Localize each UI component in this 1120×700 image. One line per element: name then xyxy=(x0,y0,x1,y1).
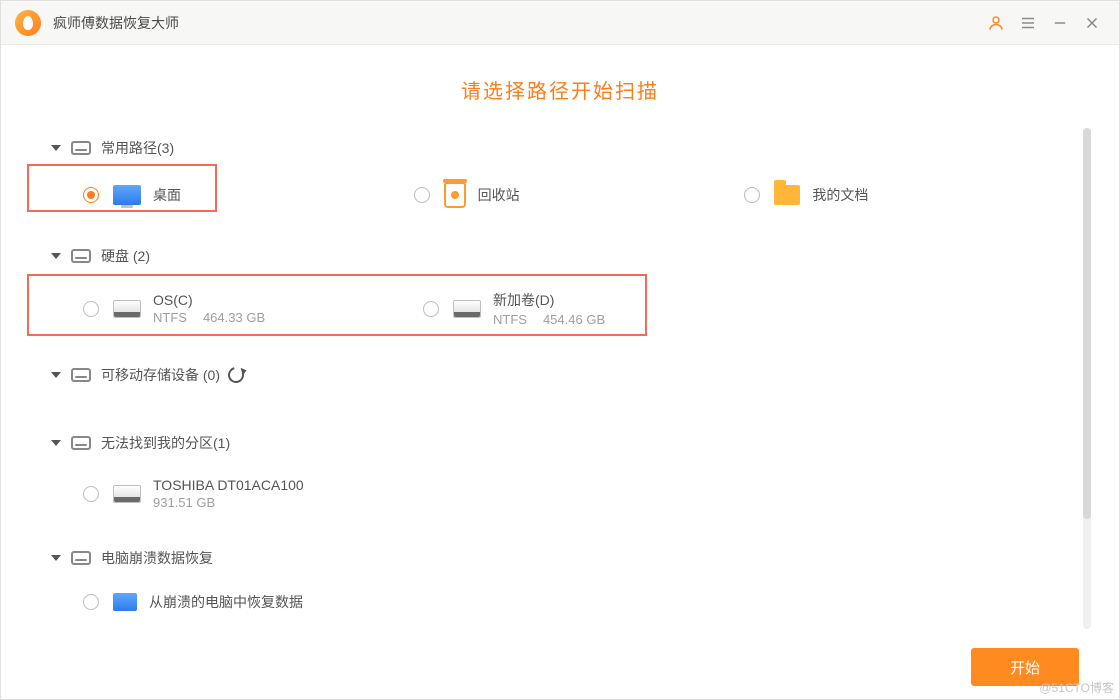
radio-crash-recover[interactable] xyxy=(83,594,99,610)
scrollbar[interactable] xyxy=(1083,128,1091,629)
chevron-down-icon xyxy=(51,555,61,561)
drive-icon xyxy=(71,551,91,565)
radio-lost-toshiba[interactable] xyxy=(83,486,99,502)
item-documents[interactable]: 我的文档 xyxy=(734,174,1065,216)
item-recycle[interactable]: 回收站 xyxy=(404,174,735,216)
label-desktop: 桌面 xyxy=(153,185,181,205)
scrollbar-thumb[interactable] xyxy=(1083,128,1091,519)
section-header-disks[interactable]: 硬盘 (2) xyxy=(41,236,1065,276)
page-header: 请选择路径开始扫描 xyxy=(1,45,1119,122)
content-area: 常用路径(3) 桌面 回收站 xyxy=(1,122,1119,635)
minimize-button[interactable] xyxy=(1047,10,1073,36)
watermark: @51CTO博客 xyxy=(1039,679,1114,696)
lost-items-row: TOSHIBA DT01ACA100 931.51 GB xyxy=(41,463,1065,532)
refresh-icon[interactable] xyxy=(225,364,247,386)
drive-icon xyxy=(71,436,91,450)
app-title: 疯师傅数据恢复大师 xyxy=(53,13,179,33)
app-logo-icon xyxy=(15,10,41,36)
crash-items-row: 从崩溃的电脑中恢复数据 xyxy=(41,578,1065,624)
radio-desktop[interactable] xyxy=(83,187,99,203)
radio-recycle[interactable] xyxy=(414,187,430,203)
app-window: 疯师傅数据恢复大师 请选择路径开始扫描 常用路径(3) xyxy=(0,0,1120,700)
footer: 开始 xyxy=(1,635,1119,699)
sub-drive-c: NTFS464.33 GB xyxy=(153,310,265,325)
hdd-icon xyxy=(453,300,481,318)
section-title-disks: 硬盘 (2) xyxy=(101,246,150,266)
section-lost: 无法找到我的分区(1) TOSHIBA DT01ACA100 931.51 GB xyxy=(41,423,1065,532)
section-header-lost[interactable]: 无法找到我的分区(1) xyxy=(41,423,1065,463)
chevron-down-icon xyxy=(51,253,61,259)
trash-icon xyxy=(444,182,466,208)
chevron-down-icon xyxy=(51,145,61,151)
section-header-crash[interactable]: 电脑崩溃数据恢复 xyxy=(41,538,1065,578)
section-removable: 可移动存储设备 (0) xyxy=(41,355,1065,395)
chevron-down-icon xyxy=(51,440,61,446)
drive-icon xyxy=(71,368,91,382)
disks-items-row: OS(C) NTFS464.33 GB 新加卷(D) NTFS454. xyxy=(41,276,1065,349)
label-lost-toshiba: TOSHIBA DT01ACA100 xyxy=(153,477,304,493)
close-button[interactable] xyxy=(1079,10,1105,36)
titlebar: 疯师傅数据恢复大师 xyxy=(1,1,1119,45)
section-title-crash: 电脑崩溃数据恢复 xyxy=(101,548,213,568)
item-lost-toshiba[interactable]: TOSHIBA DT01ACA100 931.51 GB xyxy=(73,469,314,518)
label-crash-recover: 从崩溃的电脑中恢复数据 xyxy=(149,592,303,612)
section-title-removable: 可移动存储设备 (0) xyxy=(101,365,220,385)
folder-icon xyxy=(774,185,800,205)
drive-icon xyxy=(71,141,91,155)
item-drive-d[interactable]: 新加卷(D) NTFS454.46 GB xyxy=(413,282,753,335)
sub-lost-toshiba: 931.51 GB xyxy=(153,495,304,510)
hdd-icon xyxy=(113,300,141,318)
menu-icon[interactable] xyxy=(1015,10,1041,36)
user-icon[interactable] xyxy=(983,10,1009,36)
item-desktop[interactable]: 桌面 xyxy=(73,174,404,216)
chevron-down-icon xyxy=(51,372,61,378)
section-crash: 电脑崩溃数据恢复 从崩溃的电脑中恢复数据 xyxy=(41,538,1065,624)
item-drive-c[interactable]: OS(C) NTFS464.33 GB xyxy=(73,282,413,335)
section-header-common[interactable]: 常用路径(3) xyxy=(41,128,1065,168)
sub-drive-d: NTFS454.46 GB xyxy=(493,312,605,327)
radio-drive-d[interactable] xyxy=(423,301,439,317)
common-items-row: 桌面 回收站 我的文档 xyxy=(41,168,1065,230)
label-drive-c: OS(C) xyxy=(153,292,265,308)
drive-icon xyxy=(71,249,91,263)
page-heading: 请选择路径开始扫描 xyxy=(1,75,1119,104)
section-title-common: 常用路径(3) xyxy=(101,138,174,158)
label-documents: 我的文档 xyxy=(812,185,868,205)
monitor-icon xyxy=(113,593,137,611)
section-disks: 硬盘 (2) OS(C) NTFS464.33 GB xyxy=(41,236,1065,349)
radio-documents[interactable] xyxy=(744,187,760,203)
section-title-lost: 无法找到我的分区(1) xyxy=(101,433,230,453)
section-common: 常用路径(3) 桌面 回收站 xyxy=(41,128,1065,230)
label-drive-d: 新加卷(D) xyxy=(493,290,605,310)
monitor-icon xyxy=(113,185,141,205)
hdd-icon xyxy=(113,485,141,503)
section-header-removable[interactable]: 可移动存储设备 (0) xyxy=(41,355,1065,395)
radio-drive-c[interactable] xyxy=(83,301,99,317)
item-crash-recover[interactable]: 从崩溃的电脑中恢复数据 xyxy=(73,584,313,620)
label-recycle: 回收站 xyxy=(478,185,520,205)
